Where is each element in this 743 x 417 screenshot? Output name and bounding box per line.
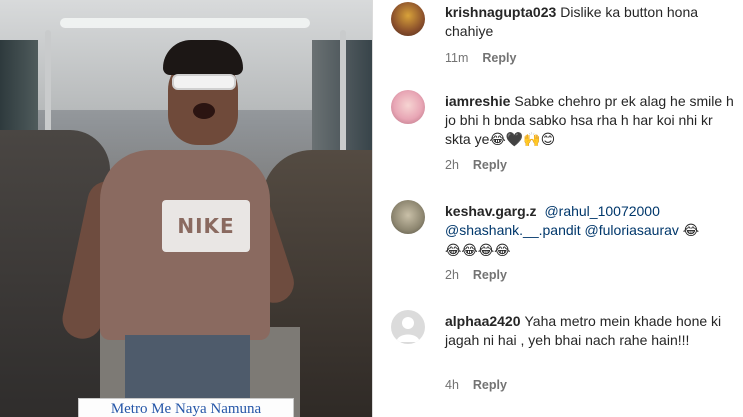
reply-button[interactable]: Reply	[473, 378, 507, 392]
comment-body: alphaa2420 Yaha metro mein khade hone ki …	[445, 312, 735, 350]
comment-meta: 11m Reply	[445, 51, 516, 65]
default-avatar-icon[interactable]	[391, 310, 425, 344]
user-avatar-icon[interactable]	[391, 90, 425, 124]
video-caption: Metro Me Naya Namuna	[78, 398, 294, 417]
sunglasses	[172, 74, 236, 90]
comment-body: keshav.garg.z @rahul_10072000 @shashank.…	[445, 202, 735, 261]
reply-button[interactable]: Reply	[482, 51, 516, 65]
comment-username[interactable]: keshav.garg.z	[445, 203, 537, 219]
mention-link[interactable]: @fuloriasaurav	[585, 222, 679, 238]
video-frame[interactable]: NIKE Metro Me Naya Namuna	[0, 0, 372, 417]
comment-emojis: 😂😂😂😂	[445, 243, 511, 259]
ceiling-light	[60, 18, 310, 28]
mention-link[interactable]: @shashank.__.pandit	[445, 222, 581, 238]
comment-username[interactable]: alphaa2420	[445, 313, 521, 329]
dancer-hair	[163, 40, 243, 75]
comments-list[interactable]: krishnagupta023 Dislike ka button hona ch…	[373, 0, 743, 417]
reply-button[interactable]: Reply	[473, 268, 507, 282]
comment-meta: 4h Reply	[445, 378, 507, 392]
comment-time: 4h	[445, 378, 459, 392]
comment-time: 2h	[445, 268, 459, 282]
comment-meta: 2h Reply	[445, 268, 507, 282]
user-avatar-icon[interactable]	[391, 200, 425, 234]
shirt-logo: NIKE	[162, 200, 250, 252]
comment-body: krishnagupta023 Dislike ka button hona ch…	[445, 3, 735, 41]
comment-username[interactable]: iamreshie	[445, 93, 510, 109]
video-caption-text: Metro Me Naya Namuna	[110, 400, 262, 417]
comment-time: 2h	[445, 158, 459, 172]
comment-body: iamreshie Sabke chehro pr ek alag he smil…	[445, 92, 735, 150]
user-avatar-icon[interactable]	[391, 2, 425, 36]
default-avatar-icon	[396, 317, 420, 342]
dancer-mouth	[193, 103, 215, 119]
shirt-logo-text: NIKE	[177, 214, 235, 238]
comment-emojis: 😂	[682, 223, 700, 239]
mention-link[interactable]: @rahul_10072000	[544, 203, 659, 219]
comment-time: 11m	[445, 51, 469, 65]
comment-username[interactable]: krishnagupta023	[445, 4, 556, 20]
comment-meta: 2h Reply	[445, 158, 507, 172]
reply-button[interactable]: Reply	[473, 158, 507, 172]
comment-emojis: 😂🖤🙌😊	[489, 132, 556, 148]
